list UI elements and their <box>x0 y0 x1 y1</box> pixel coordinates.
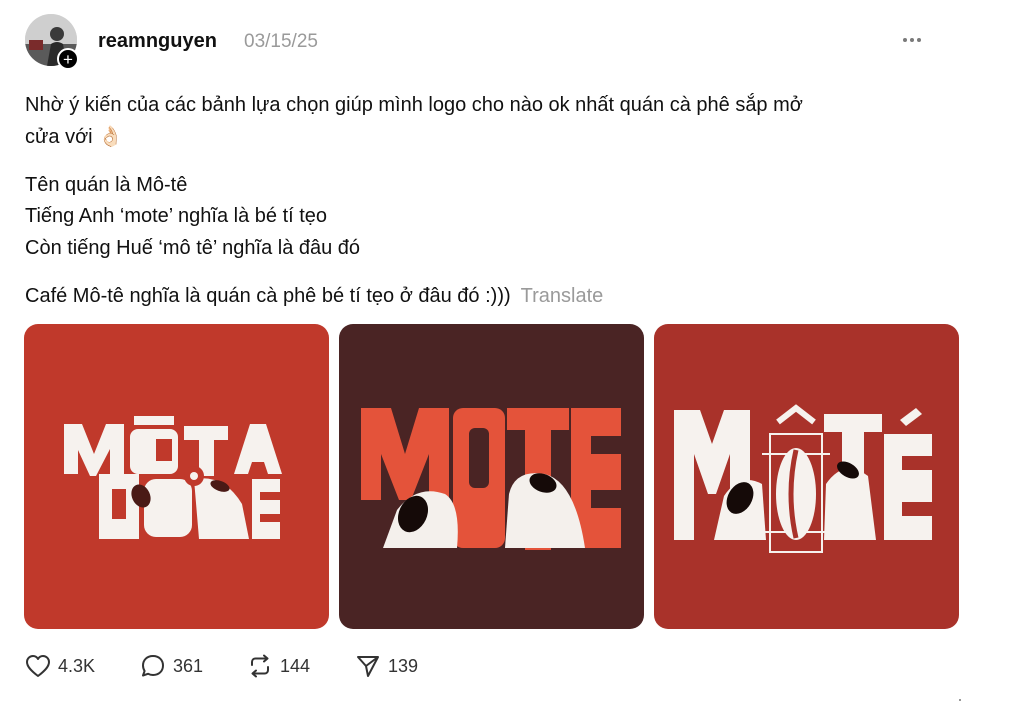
send-icon <box>357 656 379 677</box>
post-text-line-6: Café Mô-tê nghĩa là quán cà phê bé tí tẹ… <box>25 281 603 312</box>
post-text-line-4: Tiếng Anh ‘mote’ nghĩa là bé tí tẹo <box>25 205 328 227</box>
logo-mote-dark <box>339 324 644 629</box>
like-count: 4.3K <box>58 655 96 676</box>
repost-icon <box>251 654 269 678</box>
logo-mote-red <box>24 324 329 629</box>
post-text-line-2: cửa với 👌🏻 <box>25 126 124 148</box>
comment-button[interactable]: 361 <box>140 652 203 680</box>
repost-button[interactable]: 144 <box>247 652 310 680</box>
username[interactable]: reamnguyen <box>98 30 217 53</box>
decorative-dot <box>959 699 961 701</box>
dot <box>903 38 907 42</box>
post-text-line-5: Còn tiếng Huế ‘mô tê’ nghĩa là đâu đó <box>25 237 361 259</box>
logo-mote-coffee-bean <box>654 324 959 629</box>
logo-image-1[interactable] <box>24 324 329 629</box>
comment-icon <box>142 655 164 677</box>
repost-count: 144 <box>280 655 311 676</box>
share-count: 139 <box>388 655 419 676</box>
post-text-line-1: Nhờ ý kiến của các bảnh lựa chọn giúp mì… <box>25 94 803 116</box>
heart-icon <box>26 655 50 677</box>
post-timestamp: 03/15/25 <box>244 31 318 52</box>
comment-count: 361 <box>173 655 204 676</box>
dot <box>910 38 914 42</box>
dot <box>917 38 921 42</box>
follow-plus-icon[interactable]: + <box>57 48 79 70</box>
like-button[interactable]: 4.3K <box>25 652 95 680</box>
post-text-line-3: Tên quán là Mô-tê <box>25 174 188 196</box>
more-options-icon[interactable] <box>898 28 926 52</box>
logo-image-2[interactable] <box>339 324 644 629</box>
share-button[interactable]: 139 <box>355 652 418 680</box>
translate-link[interactable]: Translate <box>521 285 604 307</box>
post-text-closing: Café Mô-tê nghĩa là quán cà phê bé tí tẹ… <box>25 285 511 307</box>
logo-image-3[interactable] <box>654 324 959 629</box>
